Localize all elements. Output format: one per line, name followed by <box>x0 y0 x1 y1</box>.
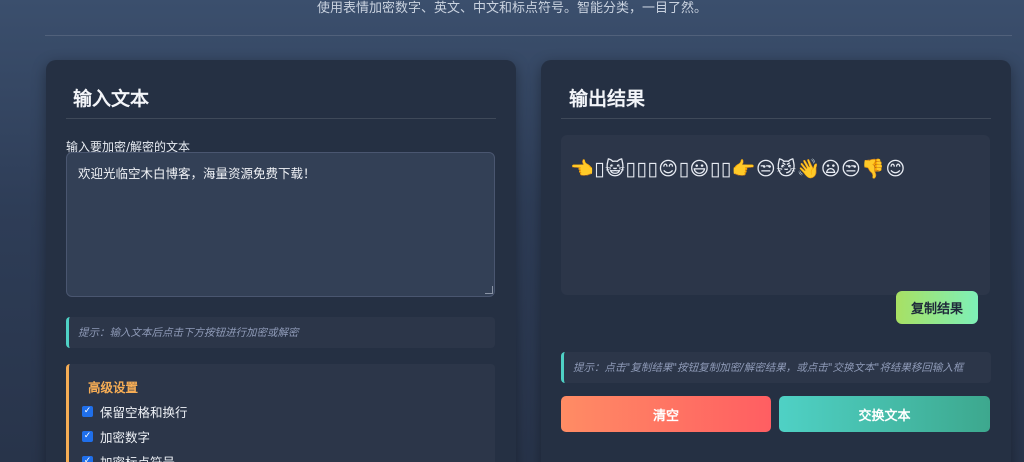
checkbox-encrypt-numbers[interactable]: ✓ <box>82 431 93 442</box>
input-panel: 输入文本 输入要加密/解密的文本 欢迎光临空木白博客，海量资源免费下载！ 提示：… <box>46 60 516 462</box>
output-panel: 输出结果 👈▯😺▯▯▯😊▯😃▯▯👉😒😼👋😦😒👎😊 复制结果 提示：点击"复制结果… <box>541 60 1011 462</box>
copy-result-button[interactable]: 复制结果 <box>896 291 978 324</box>
checkbox-keep-whitespace[interactable]: ✓ <box>82 406 93 417</box>
input-hint: 提示：输入文本后点击下方按钮进行加密或解密 <box>66 317 495 348</box>
output-result-text: 👈▯😺▯▯▯😊▯😃▯▯👉😒😼👋😦😒👎😊 <box>570 158 906 180</box>
option-keep-whitespace-label: 保留空格和换行 <box>100 405 188 420</box>
header-divider <box>45 35 1012 36</box>
output-panel-divider <box>561 118 991 119</box>
advanced-settings-title: 高级设置 <box>88 380 139 395</box>
input-panel-divider <box>66 118 496 119</box>
clear-button[interactable]: 清空 <box>561 396 771 432</box>
input-panel-title: 输入文本 <box>73 88 150 110</box>
output-result-box[interactable]: 👈▯😺▯▯▯😊▯😃▯▯👉😒😼👋😦😒👎😊 <box>561 135 990 295</box>
option-encrypt-punctuation-label: 加密标点符号 <box>100 452 175 462</box>
option-keep-whitespace[interactable]: ✓ 保留空格和换行 <box>82 402 188 421</box>
option-encrypt-punctuation[interactable]: ✓ 加密标点符号 <box>82 452 175 462</box>
page-subtitle: 使用表情加密数字、英文、中文和标点符号。智能分类，一目了然。 <box>316 1 707 16</box>
textarea-resize-handle[interactable] <box>485 286 493 294</box>
advanced-settings: 高级设置 ✓ 保留空格和换行 ✓ 加密数字 ✓ 加密标点符号 <box>66 364 495 462</box>
swap-text-button[interactable]: 交换文本 <box>779 396 990 432</box>
output-hint: 提示：点击"复制结果"按钮复制加密/解密结果，或点击"交换文本"将结果移回输入框 <box>561 352 991 383</box>
output-panel-title: 输出结果 <box>569 88 646 110</box>
checkbox-encrypt-punctuation[interactable]: ✓ <box>82 456 93 462</box>
option-encrypt-numbers[interactable]: ✓ 加密数字 <box>82 427 150 446</box>
input-textarea[interactable]: 欢迎光临空木白博客，海量资源免费下载！ <box>66 152 495 297</box>
option-encrypt-numbers-label: 加密数字 <box>100 430 151 445</box>
